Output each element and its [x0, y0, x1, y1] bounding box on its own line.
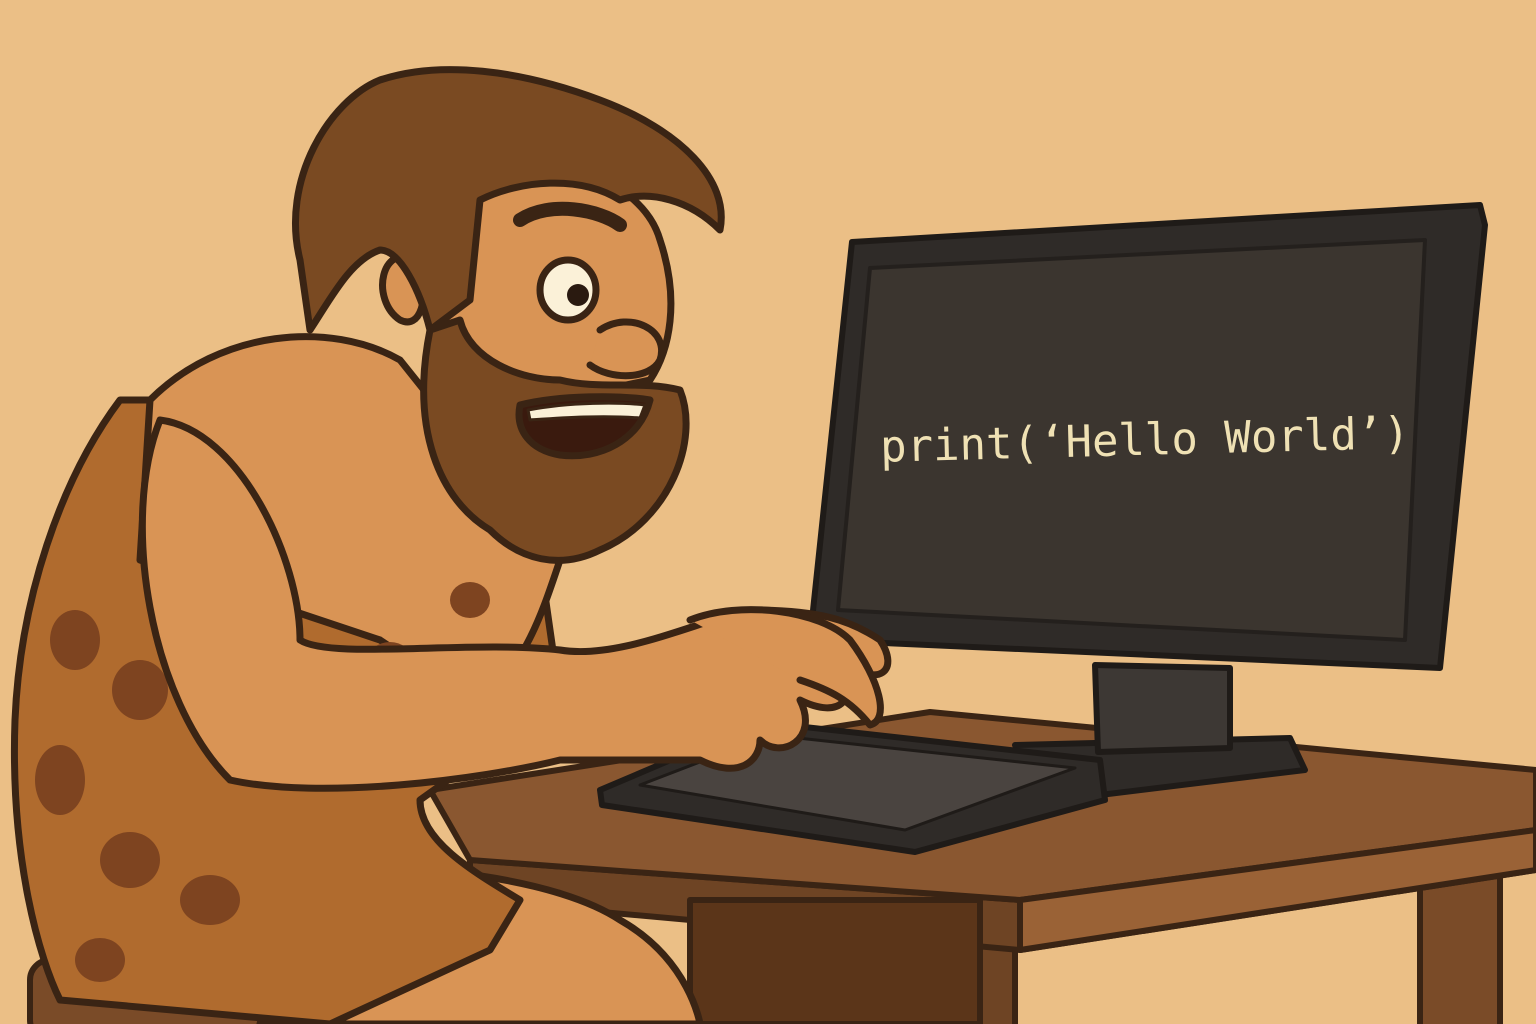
illustration-scene — [0, 0, 1536, 1024]
monitor-neck — [1092, 662, 1233, 755]
caveman-teeth — [526, 401, 647, 422]
caveman-pupil — [567, 284, 589, 306]
caveman-nose — [586, 318, 666, 380]
desk-leg-right — [1417, 867, 1503, 1024]
desk-underside — [687, 897, 983, 1024]
